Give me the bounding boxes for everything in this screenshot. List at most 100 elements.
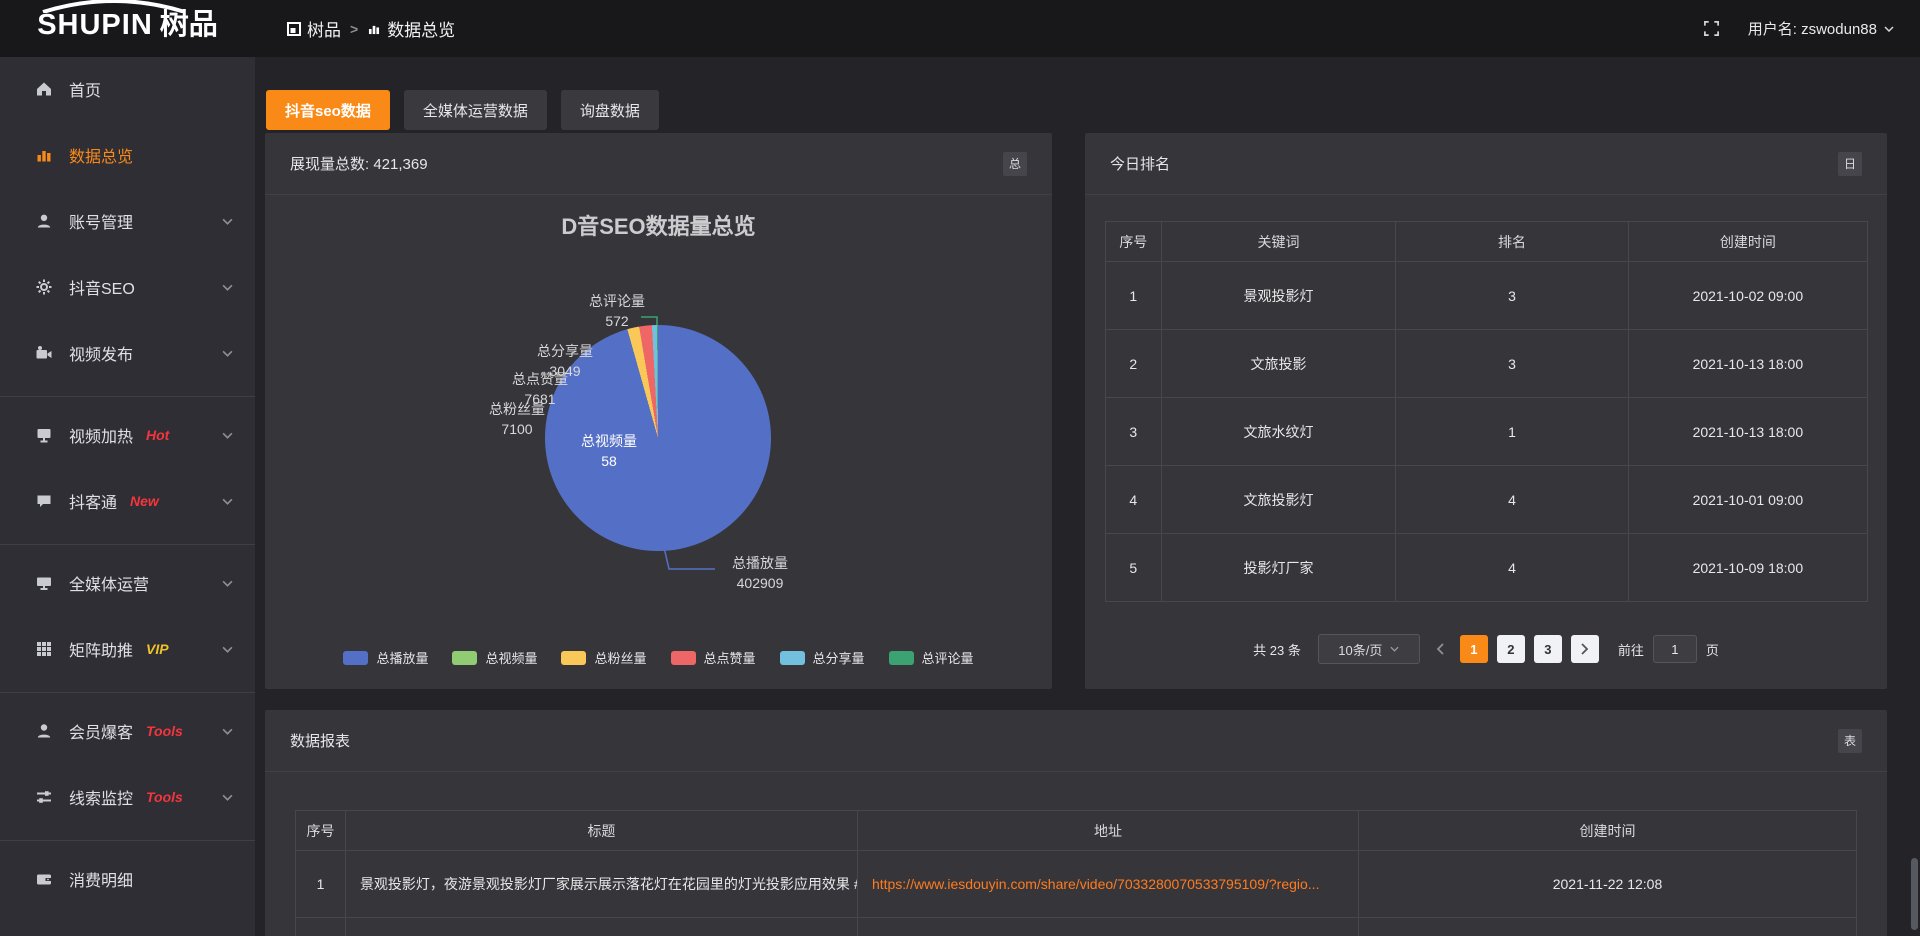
tab-omnimedia-data[interactable]: 全媒体运营数据 xyxy=(404,90,547,130)
screen-icon xyxy=(34,426,54,444)
breadcrumb-current[interactable]: 数据总览 xyxy=(367,16,455,41)
page-size-select[interactable]: 10条/页 xyxy=(1318,634,1420,664)
sidebar-item-lead-monitoring[interactable]: 线索监控 Tools xyxy=(0,774,255,820)
top-bar: SHUPIN 树品 树品 > 数据总览 用户名: zswodun88 xyxy=(0,0,1920,57)
video-camera-icon xyxy=(34,344,54,362)
logo-text-cn: 树品 xyxy=(160,11,218,40)
tools-tag: Tools xyxy=(146,723,183,739)
total-badge-button[interactable]: 总 xyxy=(1003,152,1027,176)
table-badge-button[interactable]: 表 xyxy=(1838,729,1862,753)
sidebar-item-douketong[interactable]: 抖客通 New xyxy=(0,478,255,524)
prev-page-button[interactable] xyxy=(1429,643,1451,655)
pie-label-plays: 总播放量402909 xyxy=(717,553,803,593)
sidebar-divider xyxy=(0,544,255,545)
sidebar-divider xyxy=(0,396,255,397)
chevron-down-icon xyxy=(222,646,233,653)
username-label: 用户名: zswodun88 xyxy=(1748,18,1877,39)
report-row-link[interactable]: https://www.iesdouyin.com/share/video/70… xyxy=(858,851,1359,918)
vip-tag: VIP xyxy=(146,641,169,657)
table-row: 4 文旅投影灯 4 2021-10-01 09:00 xyxy=(1106,466,1868,534)
legend-swatch xyxy=(561,651,586,665)
chart-title: D音SEO数据量总览 xyxy=(265,209,1052,241)
sidebar-item-consumption-details[interactable]: 消费明细 xyxy=(0,856,255,902)
user-icon xyxy=(34,212,54,230)
pie-label-videos: 总视频量58 xyxy=(567,431,651,471)
table-row: 3 文旅水纹灯 1 2021-10-13 18:00 xyxy=(1106,398,1868,466)
legend-item[interactable]: 总点赞量 xyxy=(671,648,756,667)
sidebar-item-data-overview[interactable]: 数据总览 xyxy=(0,132,255,178)
legend-swatch xyxy=(343,651,368,665)
goto-unit: 页 xyxy=(1706,640,1719,659)
legend-item[interactable]: 总评论量 xyxy=(889,648,974,667)
sidebar-divider xyxy=(0,840,255,841)
page-button-3[interactable]: 3 xyxy=(1534,635,1562,663)
grid-icon xyxy=(34,640,54,658)
goto-page-input[interactable] xyxy=(1653,635,1697,663)
legend-item[interactable]: 总粉丝量 xyxy=(561,648,646,667)
chevron-down-icon xyxy=(222,498,233,505)
breadcrumb-root[interactable]: 树品 xyxy=(287,16,341,41)
report-table: 序号 标题 地址 创建时间 1 景观投影灯，夜游景观投影灯厂家展示展示落花灯在花… xyxy=(295,810,1857,936)
overview-panel-header: 展现量总数: 421,369 总 xyxy=(265,133,1052,195)
chevron-right-icon xyxy=(1581,643,1589,655)
breadcrumb: 树品 > 数据总览 xyxy=(287,16,455,41)
day-badge-button[interactable]: 日 xyxy=(1838,152,1862,176)
chat-bubble-icon xyxy=(34,492,54,510)
page-button-2[interactable]: 2 xyxy=(1497,635,1525,663)
table-row: 1 景观投影灯 3 2021-10-02 09:00 xyxy=(1106,262,1868,330)
chevron-down-icon xyxy=(222,284,233,291)
report-row-title: 景观投影灯，夜游景观投影灯厂家展示展示落花灯在花园里的灯光投影应用效果 # xyxy=(346,851,858,918)
next-page-button[interactable] xyxy=(1571,635,1599,663)
sidebar-item-video-publish[interactable]: 视频发布 xyxy=(0,330,255,376)
overview-panel: 展现量总数: 421,369 总 D音SEO数据量总览 总评论量572 总分享量… xyxy=(265,133,1052,689)
scrollbar-thumb[interactable] xyxy=(1911,858,1918,930)
ranking-title: 今日排名 xyxy=(1110,153,1170,174)
legend-swatch xyxy=(671,651,696,665)
home-icon xyxy=(34,80,54,98)
legend-item[interactable]: 总播放量 xyxy=(343,648,428,667)
tab-douyin-seo-data[interactable]: 抖音seo数据 xyxy=(266,90,390,130)
report-panel: 数据报表 表 序号 标题 地址 创建时间 1 景观投影灯，夜游景观投影灯厂家展示… xyxy=(265,710,1887,936)
breadcrumb-separator: > xyxy=(350,21,358,37)
sidebar-item-douyin-seo[interactable]: 抖音SEO xyxy=(0,264,255,310)
table-header-row: 序号 关键词 排名 创建时间 xyxy=(1106,222,1868,262)
legend-item[interactable]: 总视频量 xyxy=(452,648,537,667)
sidebar-item-home[interactable]: 首页 xyxy=(0,66,255,112)
logo-text-en: SHUPIN xyxy=(37,9,153,41)
sidebar-item-member-baoke[interactable]: 会员爆客 Tools xyxy=(0,708,255,754)
table-row: 1 景观投影灯，夜游景观投影灯厂家展示展示落花灯在花园里的灯光投影应用效果 # … xyxy=(296,851,1857,918)
chevron-down-icon xyxy=(222,794,233,801)
monitor-icon xyxy=(34,574,54,592)
main-content: 抖音seo数据 全媒体运营数据 询盘数据 展现量总数: 421,369 总 D音… xyxy=(255,57,1920,936)
goto-label: 前往 xyxy=(1618,640,1644,659)
sidebar-item-video-heating[interactable]: 视频加热 Hot xyxy=(0,412,255,458)
legend-swatch xyxy=(452,651,477,665)
sidebar-divider xyxy=(0,692,255,693)
sidebar-item-omnimedia-operation[interactable]: 全媒体运营 xyxy=(0,560,255,606)
ranking-table: 序号 关键词 排名 创建时间 1 景观投影灯 3 2021-10-02 09:0… xyxy=(1105,221,1868,602)
pagination: 共 23 条 10条/页 1 2 3 前往 页 xyxy=(1085,633,1887,665)
fullscreen-icon[interactable] xyxy=(1703,20,1720,37)
pie-label-fans: 总粉丝量7100 xyxy=(475,399,559,439)
table-header-row: 序号 标题 地址 创建时间 xyxy=(296,811,1857,851)
bar-chart-icon xyxy=(34,146,54,164)
chevron-down-icon xyxy=(1390,646,1399,652)
member-icon xyxy=(34,722,54,740)
chevron-down-icon xyxy=(222,580,233,587)
sidebar: 首页 数据总览 账号管理 抖音SEO 视频发布 视频加热 Hot xyxy=(0,57,255,936)
page-button-1[interactable]: 1 xyxy=(1460,635,1488,663)
report-panel-header: 数据报表 表 xyxy=(265,710,1887,772)
pie-chart-area: D音SEO数据量总览 总评论量572 总分享量3049 总点赞量7681 总粉丝… xyxy=(265,195,1052,689)
sidebar-item-instructions[interactable]: ? 操作说明 xyxy=(0,922,255,936)
sidebar-item-account-management[interactable]: 账号管理 xyxy=(0,198,255,244)
sidebar-item-matrix-boost[interactable]: 矩阵助推 VIP xyxy=(0,626,255,672)
dashboard-icon xyxy=(287,22,301,36)
logo-arc xyxy=(39,0,189,13)
legend-item[interactable]: 总分享量 xyxy=(780,648,865,667)
ranking-panel-header: 今日排名 日 xyxy=(1085,133,1887,195)
pie-label-comments: 总评论量572 xyxy=(569,291,665,331)
user-menu[interactable]: 用户名: zswodun88 xyxy=(1748,18,1894,39)
impressions-total-label: 展现量总数: 421,369 xyxy=(290,153,428,174)
tab-inquiry-data[interactable]: 询盘数据 xyxy=(561,90,659,130)
legend-swatch xyxy=(889,651,914,665)
